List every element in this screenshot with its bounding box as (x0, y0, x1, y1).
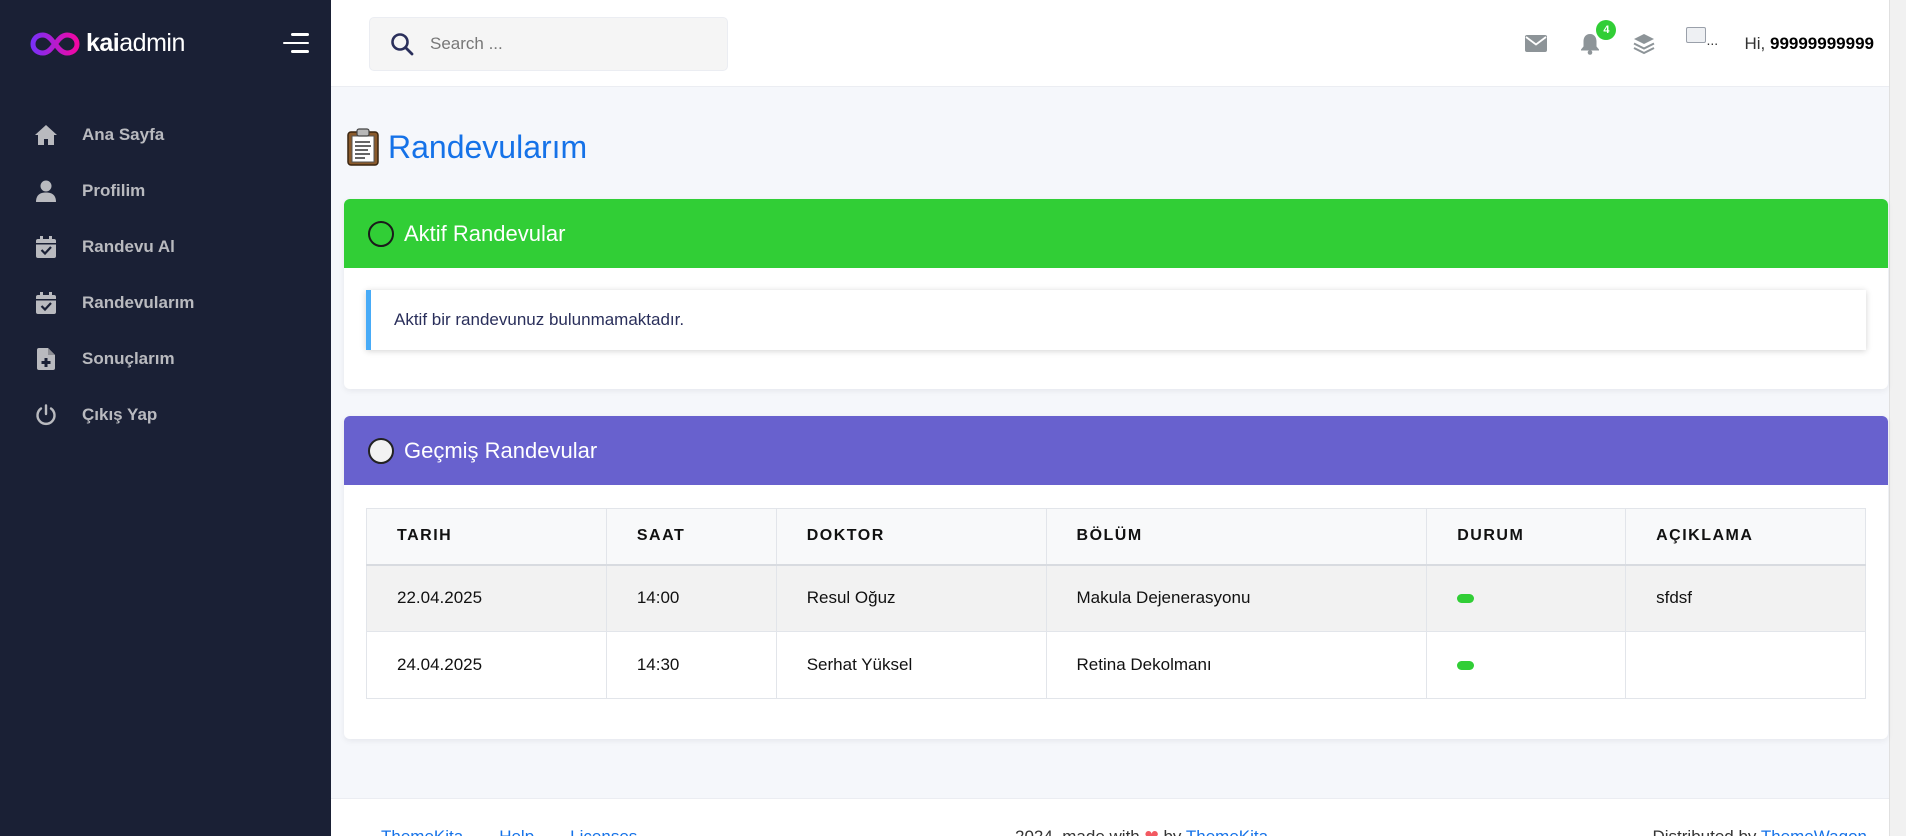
active-appointments-title: Aktif Randevular (404, 220, 566, 246)
vertical-scrollbar[interactable] (1889, 0, 1906, 836)
column-header-doktor[interactable]: DOKTOR (775, 508, 1047, 566)
search-icon[interactable] (388, 30, 416, 58)
cell-tarih: 24.04.2025 (366, 631, 607, 699)
column-header-saat[interactable]: SAAT (605, 508, 777, 566)
sidebar-item-label: Randevu Al (82, 237, 175, 256)
sidebar-item-randevu-al[interactable]: Randevu Al (0, 219, 331, 275)
footer-link-licenses[interactable]: Licenses (570, 827, 637, 836)
sidebar-item-profilim[interactable]: Profilim (0, 163, 331, 219)
bell-icon[interactable]: 4 (1576, 19, 1617, 58)
footer-link-help[interactable]: Help (499, 827, 534, 836)
cell-saat: 14:00 (605, 564, 777, 632)
calendar-check-icon (34, 235, 58, 259)
sidebar-item-cikis-yap[interactable]: Çıkış Yap (0, 387, 331, 443)
page-header: Randevularım (346, 128, 587, 166)
user-greeting[interactable]: Hi, 99999999999 (1744, 34, 1874, 54)
username: 99999999999 (1769, 33, 1874, 53)
past-appointments-title: Geçmiş Randevular (404, 437, 598, 463)
user-icon (34, 179, 58, 203)
white-circle-icon (368, 437, 394, 464)
cell-saat: 14:30 (605, 631, 777, 699)
column-header-tarih[interactable]: TARIH (366, 508, 607, 566)
sidebar-nav: Ana Sayfa Profilim Randevu Al Randevular… (0, 107, 331, 443)
brand-name: kaiadmin (86, 29, 185, 57)
footer-distributor-link[interactable]: ThemeWagon (1761, 827, 1867, 836)
cell-durum (1426, 564, 1627, 632)
sidebar-item-ana-sayfa[interactable]: Ana Sayfa (0, 107, 331, 163)
cell-aciklama: sfdsf (1625, 564, 1866, 632)
table-row[interactable]: 22.04.2025 14:00 Resul Oğuz Makula Dejen… (366, 564, 1866, 632)
sidebar: kaiadmin Ana Sayfa Profilim Randevu Al R… (0, 0, 331, 836)
past-appointments-card: Geçmiş Randevular TARIH SAAT DOKTOR BÖLÜ… (344, 416, 1888, 739)
sidebar-item-sonuclarim[interactable]: Sonuçlarım (0, 331, 331, 387)
green-circle-icon (368, 220, 394, 247)
topbar-actions: 4 ... Hi, 99999999999 (1496, 0, 1874, 87)
cell-durum (1426, 631, 1627, 699)
footer-credit-link[interactable]: ThemeKita (1186, 827, 1268, 836)
avatar-alt-text: ... (1706, 31, 1719, 48)
column-header-bolum[interactable]: BÖLÜM (1045, 508, 1428, 566)
footer-distribution: Distributed by ThemeWagon (1652, 827, 1867, 836)
empty-state-alert: Aktif bir randevunuz bulunmamaktadır. (366, 290, 1866, 350)
column-header-aciklama[interactable]: AÇIKLAMA (1625, 508, 1866, 566)
greeting-text: Hi, (1744, 33, 1766, 53)
page-title: Randevularım (388, 128, 588, 165)
search-box (369, 17, 728, 71)
heart-icon: ❤ (1144, 827, 1158, 836)
calendar-check-icon (34, 291, 58, 315)
notification-badge: 4 (1596, 19, 1617, 40)
footer-by-text: by (1163, 827, 1181, 836)
broken-image-icon (1686, 26, 1707, 43)
active-appointments-header: Aktif Randevular (344, 199, 1888, 268)
column-header-durum[interactable]: DURUM (1426, 508, 1627, 566)
sidebar-item-label: Sonuçlarım (82, 349, 175, 368)
sidebar-item-label: Ana Sayfa (82, 125, 165, 144)
sidebar-item-randevularim[interactable]: Randevularım (0, 275, 331, 331)
logo-infinity-icon (30, 31, 80, 57)
sidebar-toggle-button[interactable] (283, 33, 309, 53)
avatar[interactable]: ... (1686, 25, 1724, 63)
footer-credit: 2024, made with ❤ by ThemeKita (1015, 827, 1268, 836)
active-appointments-card: Aktif Randevular Aktif bir randevunuz bu… (344, 199, 1888, 389)
cell-doktor: Serhat Yüksel (775, 631, 1047, 699)
home-icon (34, 123, 58, 147)
cell-doktor: Resul Oğuz (775, 564, 1047, 632)
footer-links: ThemeKita Help Licenses (381, 827, 673, 836)
logo[interactable]: kaiadmin (0, 0, 331, 87)
cell-bolum: Makula Dejenerasyonu (1045, 564, 1428, 632)
past-appointments-table: TARIH SAAT DOKTOR BÖLÜM DURUM AÇIKLAMA 2… (366, 508, 1866, 699)
layers-icon[interactable] (1630, 30, 1658, 58)
file-medical-icon (34, 347, 58, 371)
envelope-icon[interactable] (1522, 30, 1550, 58)
topbar: 4 ... Hi, 99999999999 (331, 0, 1906, 87)
cell-bolum: Retina Dekolmanı (1045, 631, 1428, 699)
footer-link-themekita[interactable]: ThemeKita (381, 827, 463, 836)
cell-tarih: 22.04.2025 (366, 564, 607, 632)
footer-made-text: 2024, made with (1015, 827, 1140, 836)
status-badge (1457, 594, 1475, 604)
sidebar-item-label: Çıkış Yap (82, 405, 158, 424)
status-badge (1457, 661, 1475, 671)
sidebar-item-label: Profilim (82, 181, 146, 200)
search-input[interactable] (430, 34, 710, 54)
table-row[interactable]: 24.04.2025 14:30 Serhat Yüksel Retina De… (366, 631, 1866, 699)
past-appointments-header: Geçmiş Randevular (344, 416, 1888, 485)
footer: ThemeKita Help Licenses 2024, made with … (331, 798, 1889, 836)
clipboard-icon (346, 128, 380, 166)
footer-distributed-text: Distributed by (1652, 827, 1756, 836)
table-header-row: TARIH SAAT DOKTOR BÖLÜM DURUM AÇIKLAMA (366, 508, 1866, 566)
cell-aciklama (1625, 631, 1866, 699)
empty-state-message: Aktif bir randevunuz bulunmamaktadır. (394, 310, 685, 329)
sidebar-item-label: Randevularım (82, 293, 195, 312)
power-icon (34, 403, 58, 427)
